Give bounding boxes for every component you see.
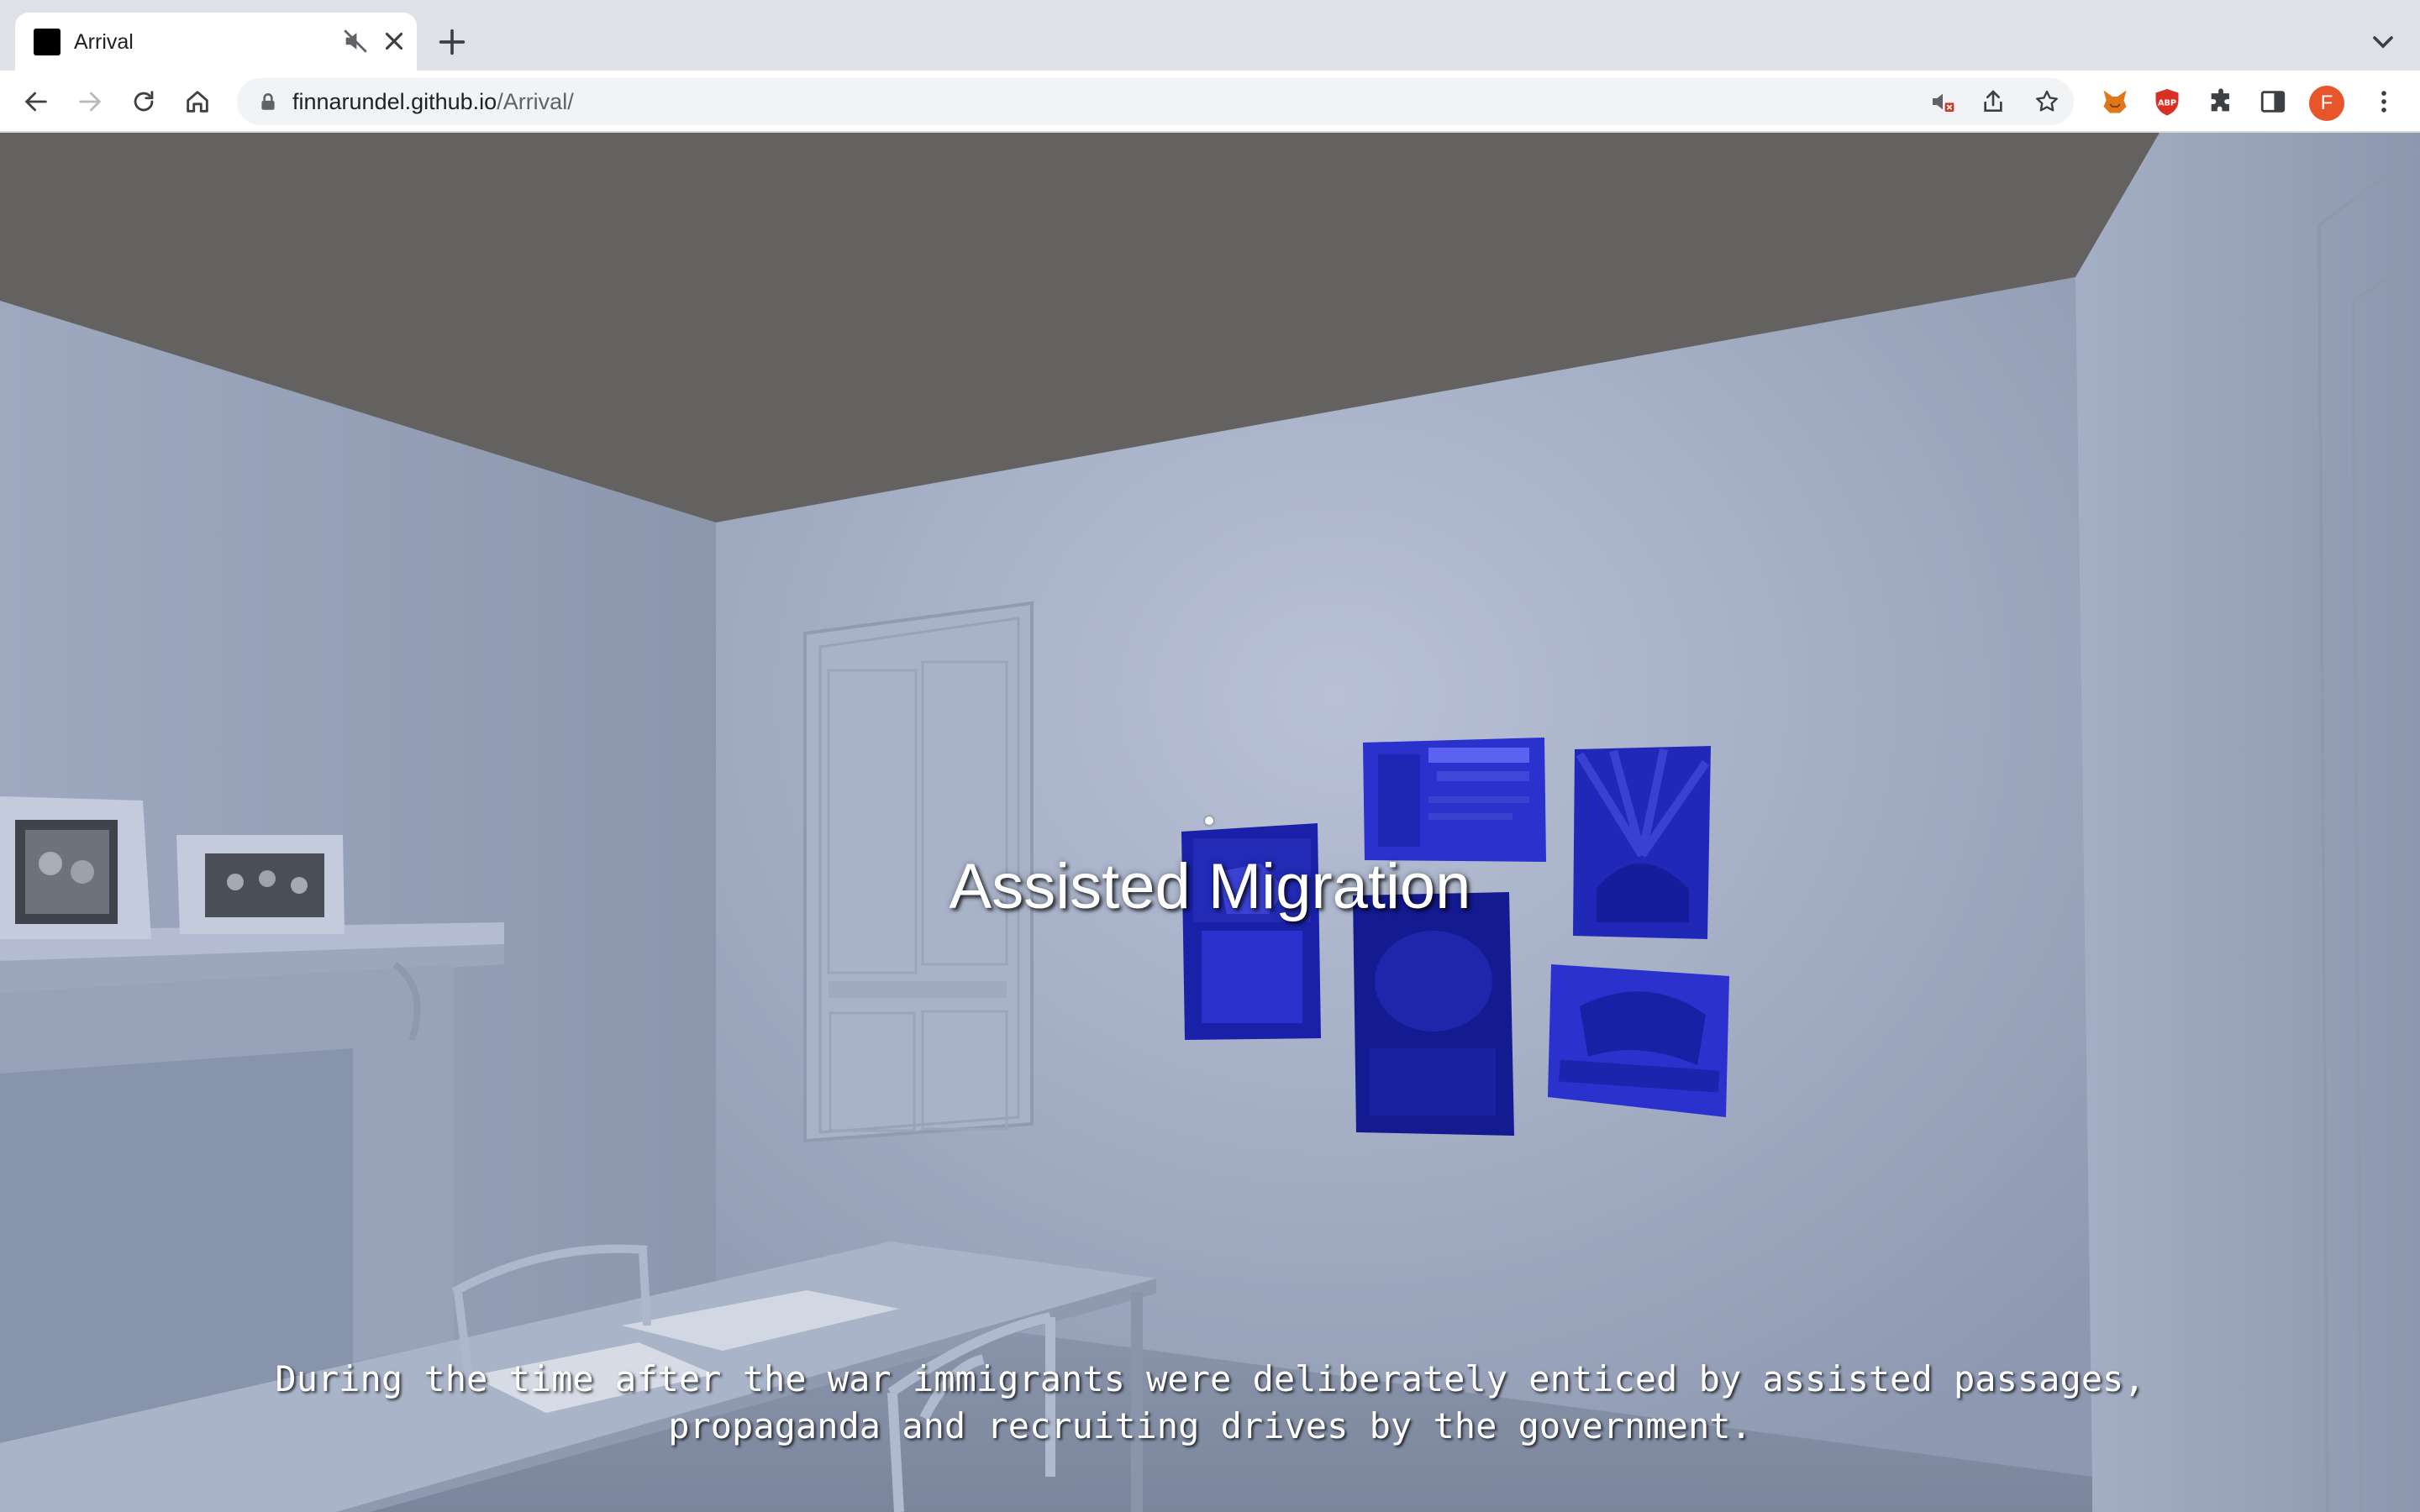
poster-dark-center — [1353, 892, 1514, 1136]
url-text[interactable]: finnarundel.github.io/Arrival/ — [292, 87, 574, 117]
metamask-extension-button[interactable] — [2097, 84, 2133, 119]
poster-earn-a-week — [1363, 738, 1546, 862]
svg-text:ABP: ABP — [2158, 99, 2176, 108]
forward-button[interactable] — [72, 84, 108, 119]
adblock-shield-icon: ABP — [2155, 89, 2179, 116]
subtitle-line-1: During the time after the war immigrants… — [275, 1358, 2145, 1399]
chevron-down-icon[interactable] — [2366, 25, 2400, 59]
address-bar[interactable]: finnarundel.github.io/Arrival/ — [237, 78, 2074, 125]
profile-avatar[interactable]: F — [2309, 86, 2344, 121]
lock-icon[interactable] — [257, 91, 279, 113]
url-path: /Arrival/ — [497, 89, 574, 114]
reload-button[interactable] — [126, 84, 161, 119]
tab-title: Arrival — [74, 30, 134, 54]
bookmark-star-icon[interactable] — [2033, 88, 2060, 115]
back-button[interactable] — [18, 84, 54, 119]
arrow-left-icon — [24, 92, 47, 112]
kebab-menu-icon — [2381, 91, 2386, 113]
new-tab-icon[interactable] — [435, 25, 469, 59]
close-tab-icon[interactable] — [380, 27, 408, 55]
arrow-right-icon — [79, 92, 102, 112]
crosshair-reticle — [1205, 816, 1213, 825]
puzzle-icon — [2211, 88, 2229, 112]
tab-strip: Arrival — [0, 0, 2420, 71]
reload-icon — [134, 91, 154, 112]
adblock-extension-button[interactable]: ABP — [2149, 84, 2185, 119]
favicon-icon — [34, 29, 60, 55]
side-panel-button[interactable] — [2255, 84, 2291, 119]
site-muted-icon[interactable] — [1929, 88, 1956, 115]
browser-toolbar: finnarundel.github.io/Arrival/ ABP F — [0, 71, 2420, 133]
scene-title: Assisted Migration — [949, 851, 1471, 922]
poster-bring-out-a-briton — [1548, 964, 1729, 1117]
tab-arrival[interactable]: Arrival — [15, 13, 417, 71]
right-wall — [2075, 133, 2420, 1512]
url-host: finnarundel.github.io — [292, 89, 497, 114]
side-panel-icon — [2260, 91, 2286, 113]
menu-button[interactable] — [2366, 84, 2402, 119]
webgl-canvas[interactable]: Assisted Migration During the time after… — [0, 133, 2420, 1512]
tab-muted-icon[interactable] — [341, 27, 370, 55]
fox-icon — [2103, 90, 2127, 113]
home-button[interactable] — [180, 84, 215, 119]
home-icon — [187, 91, 208, 113]
extensions-button[interactable] — [2203, 84, 2238, 119]
narration-subtitle: During the time after the war immigrants… — [118, 1356, 2302, 1450]
subtitle-line-2: propaganda and recruiting drives by the … — [668, 1405, 1752, 1446]
share-icon[interactable] — [1980, 88, 2007, 115]
